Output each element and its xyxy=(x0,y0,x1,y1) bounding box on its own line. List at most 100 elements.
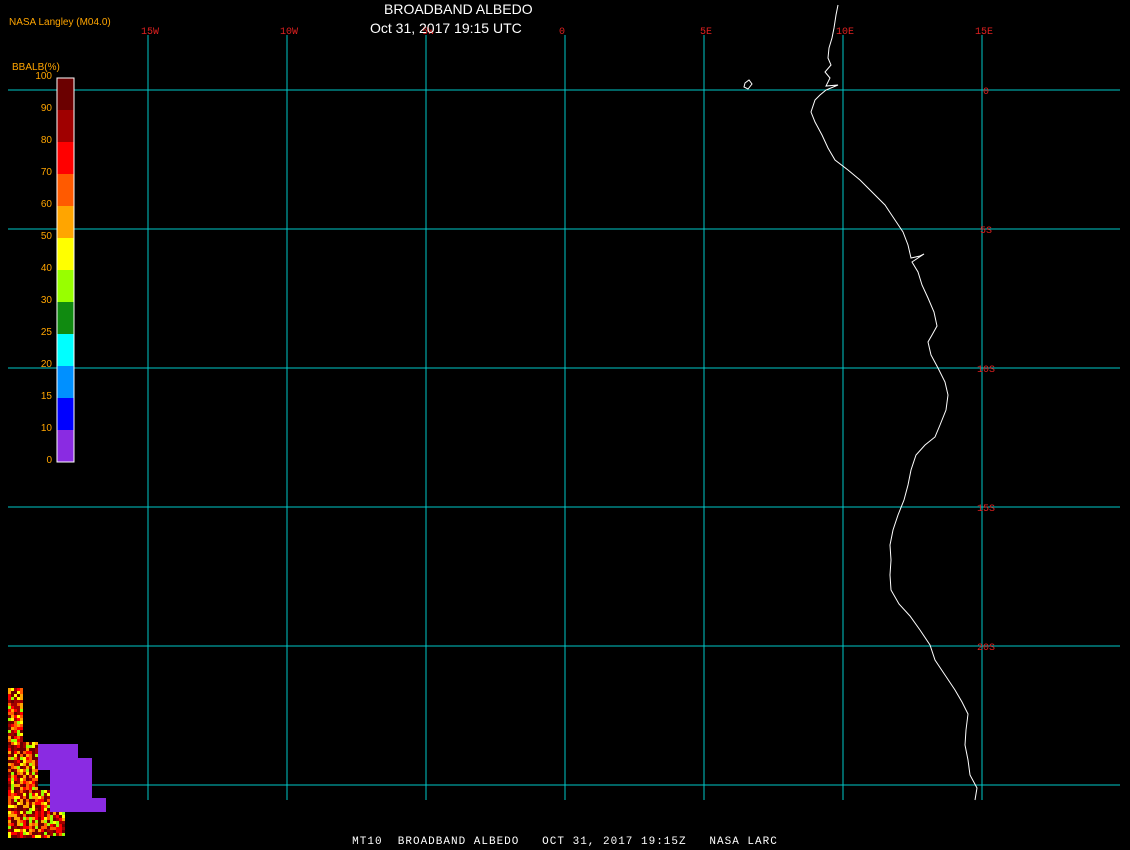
albedo-pixel xyxy=(23,778,26,781)
albedo-pixel xyxy=(29,778,32,781)
albedo-pixel xyxy=(11,790,14,793)
albedo-pixel xyxy=(14,820,17,823)
albedo-pixel xyxy=(26,775,29,778)
albedo-pixel xyxy=(20,691,23,694)
albedo-pixel xyxy=(44,811,47,814)
albedo-pixel xyxy=(56,812,59,815)
albedo-pixel xyxy=(23,811,26,814)
albedo-pixel xyxy=(14,796,17,799)
albedo-pixel xyxy=(44,814,47,817)
albedo-pixel xyxy=(26,766,29,769)
albedo-pixel xyxy=(29,814,32,817)
albedo-pixel xyxy=(29,754,32,757)
albedo-pixel xyxy=(17,790,20,793)
albedo-pixel xyxy=(26,829,29,832)
albedo-pixel xyxy=(14,694,17,697)
albedo-pixel xyxy=(38,808,41,811)
albedo-pixel xyxy=(8,814,11,817)
albedo-pixel xyxy=(62,821,65,824)
albedo-pixel xyxy=(44,796,47,799)
albedo-pixel xyxy=(26,817,29,820)
albedo-pixel xyxy=(23,775,26,778)
albedo-pixel xyxy=(11,793,14,796)
albedo-pixel xyxy=(35,796,38,799)
albedo-pixel xyxy=(8,769,11,772)
albedo-pixel xyxy=(41,808,44,811)
albedo-pixel xyxy=(20,808,23,811)
albedo-pixel xyxy=(8,823,11,826)
albedo-pixel xyxy=(35,760,38,763)
albedo-pixel xyxy=(53,821,56,824)
colorbar-tick-label: 15 xyxy=(40,391,52,402)
albedo-pixel xyxy=(11,832,14,835)
albedo-pixel xyxy=(35,772,38,775)
albedo-pixel xyxy=(26,778,29,781)
albedo-pixel xyxy=(20,814,23,817)
latitude-label: 10S xyxy=(977,365,995,376)
albedo-pixel xyxy=(50,818,53,821)
albedo-pixel xyxy=(26,757,29,760)
albedo-pixel xyxy=(53,818,56,821)
albedo-pixel xyxy=(20,739,23,742)
colorbar-swatch xyxy=(57,398,74,430)
albedo-pixel xyxy=(32,751,35,754)
albedo-pixel xyxy=(38,814,41,817)
albedo-pixel xyxy=(8,787,11,790)
albedo-pixel xyxy=(41,823,44,826)
albedo-pixel xyxy=(29,769,32,772)
albedo-pixel xyxy=(35,808,38,811)
albedo-pixel xyxy=(20,751,23,754)
albedo-pixel xyxy=(38,817,41,820)
albedo-pixel xyxy=(47,793,50,796)
albedo-pixel xyxy=(41,796,44,799)
albedo-pixel xyxy=(56,824,59,827)
colorbar-tick-label: 60 xyxy=(40,199,52,210)
albedo-pixel xyxy=(23,772,26,775)
albedo-pixel xyxy=(41,832,44,835)
albedo-pixel xyxy=(14,754,17,757)
albedo-pixel xyxy=(29,805,32,808)
albedo-pixel xyxy=(44,826,47,829)
albedo-pixel xyxy=(32,775,35,778)
albedo-pixel xyxy=(29,763,32,766)
albedo-pixel xyxy=(47,811,50,814)
albedo-pixel xyxy=(8,763,11,766)
albedo-pixel xyxy=(32,823,35,826)
albedo-pixel xyxy=(29,748,32,751)
albedo-pixel xyxy=(23,757,26,760)
map-datetime: Oct 31, 2017 19:15 UTC xyxy=(370,20,522,36)
albedo-pixel xyxy=(23,817,26,820)
albedo-pixel xyxy=(32,802,35,805)
albedo-pixel xyxy=(8,805,11,808)
albedo-pixel xyxy=(11,712,14,715)
albedo-pixel xyxy=(8,820,11,823)
albedo-pixel xyxy=(8,739,11,742)
albedo-pixel xyxy=(41,793,44,796)
albedo-pixel xyxy=(38,820,41,823)
albedo-pixel xyxy=(17,745,20,748)
albedo-pixel xyxy=(38,823,41,826)
albedo-pixel xyxy=(14,826,17,829)
colorbar-swatch xyxy=(57,366,74,398)
albedo-pixel xyxy=(56,827,59,830)
albedo-pixel xyxy=(32,787,35,790)
albedo-pixel xyxy=(35,817,38,820)
albedo-pixel xyxy=(32,766,35,769)
albedo-pixel xyxy=(14,745,17,748)
longitude-label: 15E xyxy=(975,27,993,38)
albedo-pixel xyxy=(14,814,17,817)
albedo-pixel xyxy=(17,691,20,694)
albedo-pixel xyxy=(14,718,17,721)
colorbar-tick-label: 40 xyxy=(40,263,52,274)
albedo-pixel xyxy=(29,742,32,745)
albedo-pixel xyxy=(41,829,44,832)
albedo-pixel xyxy=(17,793,20,796)
albedo-pixel xyxy=(8,727,11,730)
albedo-pixel xyxy=(50,827,53,830)
albedo-pixel xyxy=(11,703,14,706)
albedo-pixel xyxy=(14,769,17,772)
albedo-pixel xyxy=(41,799,44,802)
albedo-pixel xyxy=(59,818,62,821)
albedo-pixel xyxy=(35,823,38,826)
albedo-pixel xyxy=(32,772,35,775)
